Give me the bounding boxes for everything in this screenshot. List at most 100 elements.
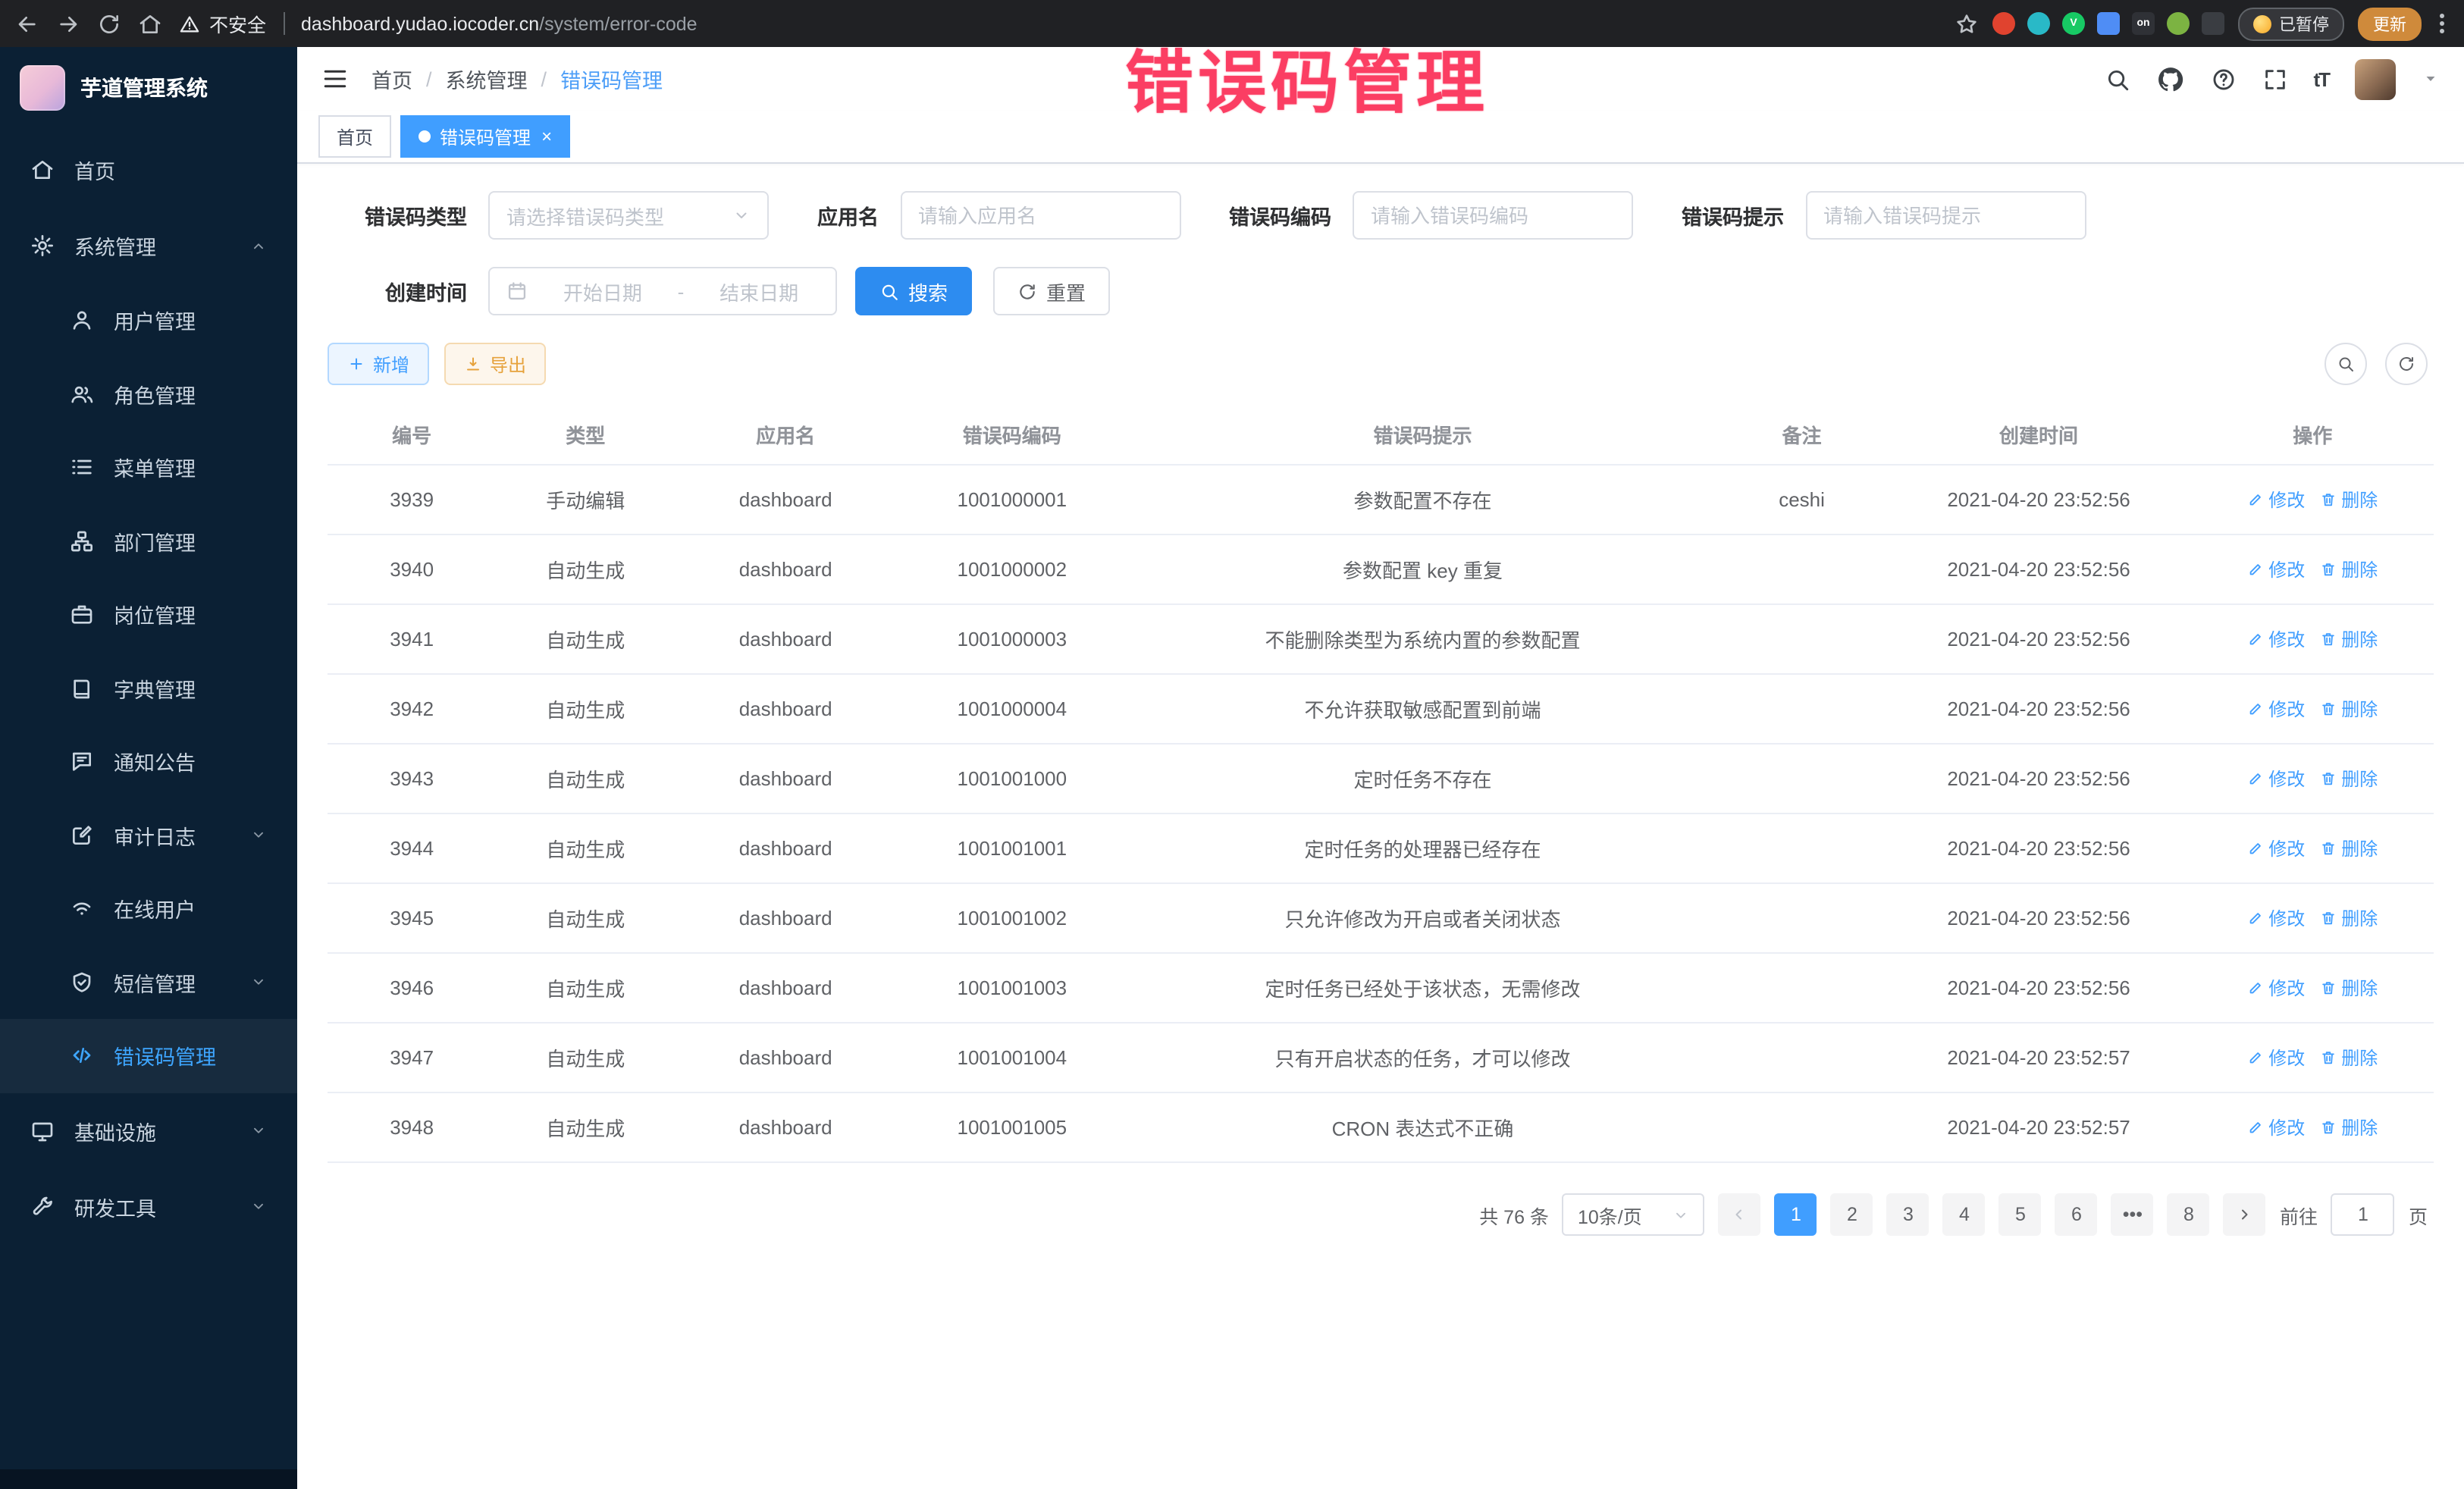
breadcrumb-item[interactable]: 错误码管理 bbox=[560, 64, 663, 94]
tab-首页[interactable]: 首页 bbox=[318, 115, 391, 158]
sidebar-item-角色管理[interactable]: 角色管理 bbox=[0, 357, 297, 431]
delete-link[interactable]: 删除 bbox=[2320, 556, 2378, 582]
breadcrumb-item[interactable]: 首页 bbox=[371, 64, 412, 94]
sidebar-collapse-bar[interactable] bbox=[0, 1469, 297, 1489]
delete-icon bbox=[2320, 1049, 2337, 1066]
page-button-1[interactable]: 1 bbox=[1775, 1193, 1817, 1236]
v-extension-icon[interactable]: V bbox=[2062, 12, 2085, 35]
search-icon[interactable] bbox=[2104, 66, 2130, 92]
search-button[interactable]: 搜索 bbox=[855, 267, 972, 315]
edit-link[interactable]: 修改 bbox=[2247, 626, 2305, 652]
page-button-8[interactable]: 8 bbox=[2168, 1193, 2210, 1236]
page-ellipsis[interactable]: ••• bbox=[2111, 1193, 2154, 1236]
paused-badge[interactable]: 已暂停 bbox=[2238, 7, 2344, 40]
error-hint-input[interactable] bbox=[1805, 191, 2086, 240]
delete-link[interactable]: 删除 bbox=[2320, 1045, 2378, 1071]
prev-page-button[interactable] bbox=[1719, 1193, 1761, 1236]
search-icon bbox=[879, 281, 899, 301]
delete-link[interactable]: 删除 bbox=[2320, 766, 2378, 792]
close-icon[interactable]: × bbox=[541, 127, 552, 146]
dropper-extension-icon[interactable] bbox=[2027, 12, 2050, 35]
reset-button[interactable]: 重置 bbox=[993, 267, 1110, 315]
onetab-extension-icon[interactable]: on bbox=[2132, 12, 2155, 35]
caret-down-icon[interactable] bbox=[2422, 70, 2440, 88]
sidebar-item-错误码管理[interactable]: 错误码管理 bbox=[0, 1019, 297, 1092]
menu-fold-icon[interactable] bbox=[321, 65, 349, 92]
sidebar: 芋道管理系统 首页系统管理用户管理角色管理菜单管理部门管理岗位管理字典管理通知公… bbox=[0, 47, 297, 1489]
sidebar-item-基础设施[interactable]: 基础设施 bbox=[0, 1092, 297, 1168]
github-icon[interactable] bbox=[2155, 64, 2184, 93]
cell-time: 2021-04-20 23:52:56 bbox=[1886, 465, 2192, 534]
pin-extension-icon[interactable] bbox=[2202, 12, 2224, 35]
delete-link[interactable]: 删除 bbox=[2320, 626, 2378, 652]
edit-link[interactable]: 修改 bbox=[2247, 975, 2305, 1001]
page-button-5[interactable]: 5 bbox=[1999, 1193, 2042, 1236]
edit-link[interactable]: 修改 bbox=[2247, 696, 2305, 722]
toggle-search-button[interactable] bbox=[2324, 343, 2367, 385]
error-code-input[interactable] bbox=[1353, 191, 1633, 240]
help-icon[interactable] bbox=[2210, 66, 2236, 92]
sidebar-item-研发工具[interactable]: 研发工具 bbox=[0, 1168, 297, 1244]
sidebar-item-在线用户[interactable]: 在线用户 bbox=[0, 872, 297, 945]
refresh-table-button[interactable] bbox=[2385, 343, 2428, 385]
page-button-6[interactable]: 6 bbox=[2055, 1193, 2098, 1236]
sidebar-item-短信管理[interactable]: 短信管理 bbox=[0, 945, 297, 1019]
date-range-picker[interactable]: 开始日期 - 结束日期 bbox=[488, 267, 837, 315]
sidebar-item-菜单管理[interactable]: 菜单管理 bbox=[0, 431, 297, 504]
sidebar-item-审计日志[interactable]: 审计日志 bbox=[0, 798, 297, 872]
edit-link[interactable]: 修改 bbox=[2247, 835, 2305, 861]
edit-link[interactable]: 修改 bbox=[2247, 556, 2305, 582]
forward-icon[interactable] bbox=[56, 11, 80, 36]
breadcrumb-item[interactable]: 系统管理 bbox=[446, 64, 528, 94]
filter-row-1: 错误码类型 请选择错误码类型 应用名 错误码编码 bbox=[328, 191, 2434, 240]
next-page-button[interactable] bbox=[2224, 1193, 2266, 1236]
edit-link[interactable]: 修改 bbox=[2247, 1114, 2305, 1140]
back-icon[interactable] bbox=[15, 11, 39, 36]
avatar[interactable] bbox=[2355, 58, 2396, 99]
sidebar-item-首页[interactable]: 首页 bbox=[0, 132, 297, 208]
update-button[interactable]: 更新 bbox=[2358, 7, 2422, 40]
delete-link[interactable]: 删除 bbox=[2320, 975, 2378, 1001]
sidebar-item-字典管理[interactable]: 字典管理 bbox=[0, 651, 297, 725]
browser-menu-icon[interactable] bbox=[2435, 14, 2449, 33]
security-indicator[interactable]: 不安全 bbox=[179, 9, 266, 38]
delete-link[interactable]: 删除 bbox=[2320, 905, 2378, 931]
sidebar-item-岗位管理[interactable]: 岗位管理 bbox=[0, 578, 297, 651]
delete-link[interactable]: 删除 bbox=[2320, 1114, 2378, 1140]
delete-link[interactable]: 删除 bbox=[2320, 835, 2378, 861]
fullscreen-icon[interactable] bbox=[2262, 66, 2287, 92]
cell-id: 3948 bbox=[328, 1092, 496, 1162]
font-size-icon[interactable]: tT bbox=[2313, 67, 2329, 90]
tab-错误码管理[interactable]: 错误码管理× bbox=[400, 115, 570, 158]
add-button[interactable]: 新增 bbox=[328, 343, 429, 385]
sidebar-item-部门管理[interactable]: 部门管理 bbox=[0, 504, 297, 578]
delete-link[interactable]: 删除 bbox=[2320, 696, 2378, 722]
edit-link[interactable]: 修改 bbox=[2247, 487, 2305, 513]
leaf-extension-icon[interactable] bbox=[2167, 12, 2190, 35]
page-button-2[interactable]: 2 bbox=[1831, 1193, 1873, 1236]
grid-extension-icon[interactable] bbox=[2097, 12, 2120, 35]
goto-page-input[interactable] bbox=[2331, 1193, 2395, 1236]
sidebar-item-通知公告[interactable]: 通知公告 bbox=[0, 725, 297, 798]
edit-link[interactable]: 修改 bbox=[2247, 1045, 2305, 1071]
browser-home-icon[interactable] bbox=[138, 11, 162, 36]
edit-link[interactable]: 修改 bbox=[2247, 905, 2305, 931]
shield-icon bbox=[70, 970, 94, 995]
page-button-4[interactable]: 4 bbox=[1943, 1193, 1986, 1236]
cell-remark bbox=[1717, 883, 1886, 953]
app-title: 芋道管理系统 bbox=[80, 73, 208, 103]
recorder-extension-icon[interactable] bbox=[1992, 12, 2015, 35]
sidebar-item-用户管理[interactable]: 用户管理 bbox=[0, 284, 297, 357]
reload-icon[interactable] bbox=[97, 11, 121, 36]
page-button-3[interactable]: 3 bbox=[1887, 1193, 1930, 1236]
logo[interactable]: 芋道管理系统 bbox=[0, 47, 297, 129]
bookmark-star-icon[interactable] bbox=[1955, 11, 1979, 36]
edit-link[interactable]: 修改 bbox=[2247, 766, 2305, 792]
sidebar-item-系统管理[interactable]: 系统管理 bbox=[0, 208, 297, 284]
address-bar[interactable]: dashboard.yudao.iocoder.cn/system/error-… bbox=[301, 13, 698, 34]
page-size-select[interactable]: 10条/页 bbox=[1563, 1193, 1705, 1236]
export-button[interactable]: 导出 bbox=[444, 343, 546, 385]
app-name-input[interactable] bbox=[900, 191, 1180, 240]
delete-link[interactable]: 删除 bbox=[2320, 487, 2378, 513]
error-type-select[interactable]: 请选择错误码类型 bbox=[488, 191, 769, 240]
